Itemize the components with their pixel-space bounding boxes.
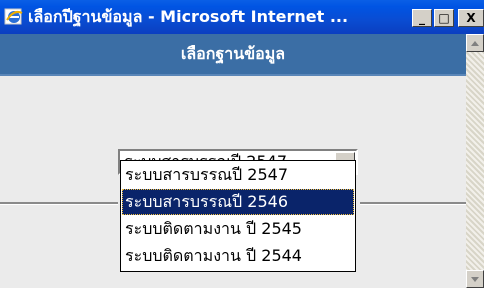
window-title: เลือกปีฐานข้อมูล - Microsoft Internet ..… bbox=[28, 7, 349, 26]
maximize-button[interactable]: □ bbox=[434, 9, 454, 27]
header-band: เลือกฐานข้อมูล bbox=[0, 34, 466, 76]
dropdown-option[interactable]: ระบบสารบรรณปี 2547 bbox=[122, 162, 354, 188]
divider-left bbox=[0, 202, 118, 205]
dropdown-option-highlighted[interactable]: ระบบสารบรรณปี 2546 bbox=[122, 189, 354, 215]
close-button[interactable]: X bbox=[458, 9, 484, 27]
scroll-up-arrow-icon[interactable] bbox=[466, 34, 484, 52]
internet-explorer-icon bbox=[4, 8, 23, 25]
scroll-down-arrow-icon[interactable] bbox=[466, 270, 484, 288]
dropdown-option[interactable]: ระบบติดตามงาน ปี 2544 bbox=[122, 243, 354, 269]
divider-right bbox=[360, 202, 466, 205]
dropdown-option[interactable]: ระบบติดตามงาน ปี 2545 bbox=[122, 216, 354, 242]
vertical-scrollbar[interactable] bbox=[466, 34, 484, 288]
title-bar[interactable]: เลือกปีฐานข้อมูล - Microsoft Internet ..… bbox=[0, 0, 484, 34]
browser-popup-window: เลือกปีฐานข้อมูล - Microsoft Internet ..… bbox=[0, 0, 484, 288]
minimize-button[interactable]: _ bbox=[412, 9, 432, 27]
page-title: เลือกฐานข้อมูล bbox=[180, 44, 286, 63]
dropdown-list[interactable]: ระบบสารบรรณปี 2547 ระบบสารบรรณปี 2546 ระ… bbox=[120, 160, 356, 272]
